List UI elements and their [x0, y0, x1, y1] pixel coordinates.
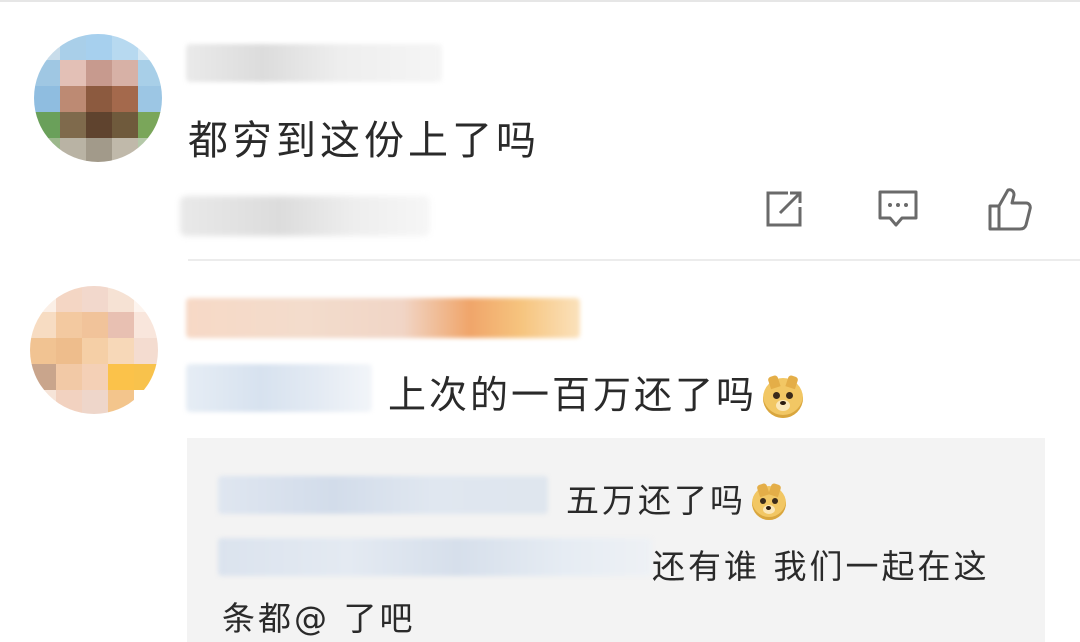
comment-text: 都穷到这份上了吗 [188, 118, 540, 164]
reply-target-blurred[interactable] [186, 364, 372, 412]
comment-text: 上次的一百万还了吗 [388, 364, 804, 419]
comment-icon [878, 190, 918, 227]
comment-feed: 都穷到这份上了吗 上次的一百万还了吗 五万还了吗 还有谁 我们一起在这 条都@ … [0, 0, 1080, 642]
doge-emoji [763, 374, 804, 418]
avatar[interactable] [30, 286, 158, 414]
thumbs-up-icon [988, 188, 1032, 231]
timestamp-blurred [180, 196, 430, 236]
comment-item: 都穷到这份上了吗 [0, 0, 1080, 262]
reply-username-blurred[interactable] [218, 476, 548, 514]
reply-text: 五万还了吗 [566, 474, 786, 522]
reply-text-line-1: 还有谁 我们一起在这 [652, 547, 990, 586]
share-button[interactable] [758, 186, 810, 232]
comment-text-content: 上次的一百万还了吗 [388, 373, 758, 417]
username-blurred[interactable] [186, 44, 442, 82]
username-blurred[interactable] [186, 298, 580, 338]
doge-emoji [752, 482, 786, 520]
reply-text-line-2: 条都@ 了吧 [222, 599, 416, 638]
comment-button[interactable] [872, 186, 924, 232]
avatar[interactable] [34, 34, 162, 162]
reply-username-blurred[interactable] [218, 538, 652, 576]
share-icon [766, 191, 802, 227]
reply-text-content: 五万还了吗 [566, 481, 746, 520]
comment-divider [188, 259, 1080, 261]
like-button[interactable] [984, 186, 1036, 232]
